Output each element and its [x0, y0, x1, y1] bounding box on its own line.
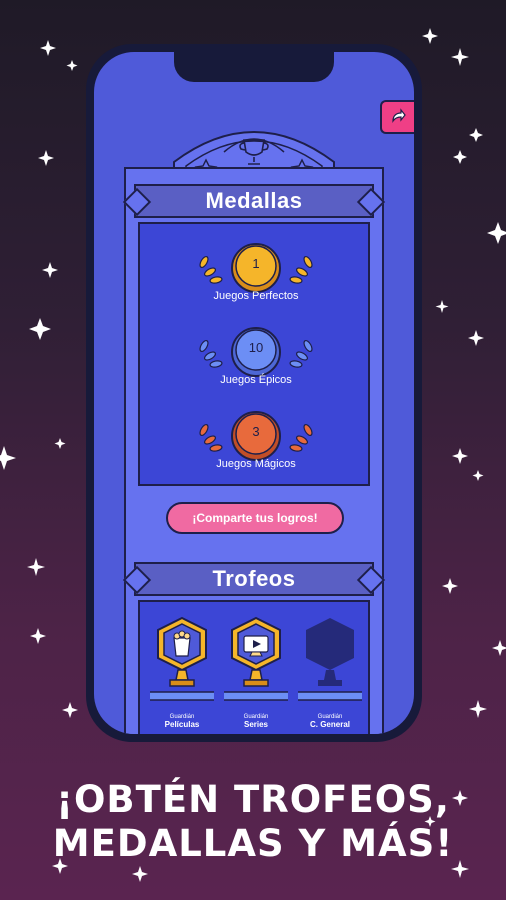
trophies-title: Trofeos — [212, 566, 296, 591]
medal-count: 10 — [248, 340, 264, 355]
trophies-banner: Trofeos — [134, 562, 374, 596]
trophies-box: Guardián Películas Guardián Series Guard… — [138, 600, 370, 734]
locked-trophy-icon[interactable] — [298, 614, 362, 724]
tv-trophy-icon[interactable] — [224, 614, 288, 724]
phone-frame: Medallas 1 Juegos Perfectos 10 Juegos Ép… — [86, 44, 422, 742]
popcorn-trophy-icon[interactable] — [150, 614, 214, 724]
medal-label: Juegos Épicos — [220, 374, 292, 386]
trophy-category: C. General — [309, 720, 350, 729]
app-screen: Medallas 1 Juegos Perfectos 10 Juegos Ép… — [94, 52, 414, 734]
medal-perfect: 1 Juegos Perfectos — [140, 238, 372, 318]
share-achievements-button[interactable]: ¡Comparte tus logros! — [166, 502, 344, 534]
medal-label: Juegos Perfectos — [213, 290, 299, 302]
headline-line-1: ¡OBTÉN TROFEOS, — [56, 778, 450, 821]
medals-box: 1 Juegos Perfectos 10 Juegos Épicos 3 Ju… — [138, 222, 370, 486]
trophy-label-general: Guardián C. General — [285, 714, 375, 729]
medal-count: 3 — [252, 424, 260, 439]
medal-epic: 10 Juegos Épicos — [140, 322, 372, 402]
headline-line-2: MEDALLAS Y MÁS! — [52, 822, 454, 865]
phone-notch — [174, 52, 334, 82]
medals-title: Medallas — [205, 188, 303, 213]
medal-count: 1 — [252, 256, 260, 271]
medals-banner: Medallas — [134, 184, 374, 218]
medal-magic: 3 Juegos Mágicos — [140, 406, 372, 486]
medal-label: Juegos Mágicos — [216, 458, 296, 470]
